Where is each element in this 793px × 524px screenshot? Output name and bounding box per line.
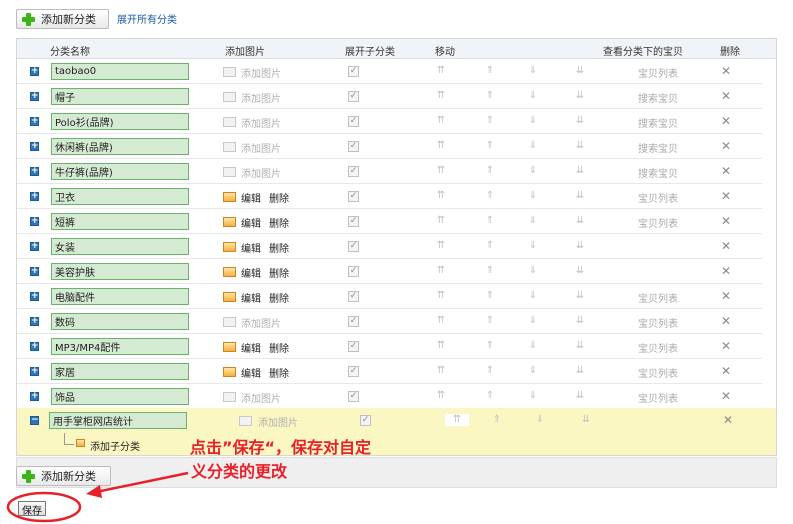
annotation-arrow-head: [86, 485, 102, 498]
annotation-arrow-line: [95, 471, 189, 494]
save-button[interactable]: 保存: [18, 501, 46, 517]
annotation-arrow-icon: [6, 471, 189, 523]
